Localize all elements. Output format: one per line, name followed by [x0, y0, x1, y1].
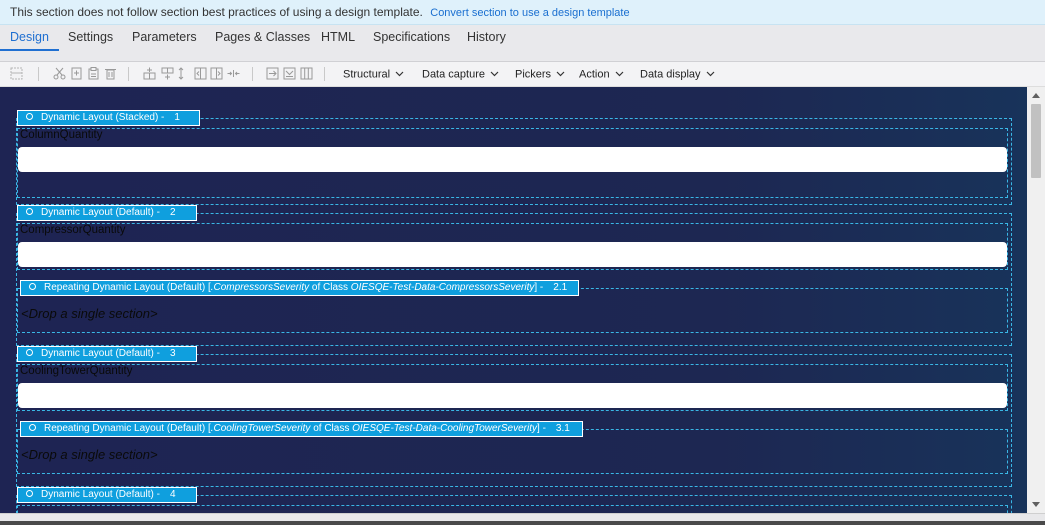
data-capture-menu-label: Data capture	[422, 68, 485, 81]
layout-handle-icon	[26, 348, 33, 356]
vertical-scrollbar[interactable]	[1027, 87, 1045, 513]
columns-icon[interactable]	[300, 67, 313, 80]
layout-handle-icon	[29, 423, 36, 431]
convert-section-link[interactable]: Convert section to use a design template	[430, 7, 629, 19]
layout-handle-icon	[26, 112, 33, 120]
tab-html[interactable]: HTML	[321, 25, 355, 61]
layout-handle-icon	[26, 207, 33, 215]
data-capture-menu[interactable]: Data capture	[422, 62, 499, 87]
move-left-icon[interactable]	[194, 67, 207, 80]
dynamic-layout-3-header[interactable]: Dynamic Layout (Default) - 3	[17, 346, 197, 362]
tab-design[interactable]: Design	[0, 25, 59, 61]
repeating-3-1-class-name: OIESQE-Test-Data-CoolingTowerSeverity	[352, 423, 538, 434]
layout-icon[interactable]	[10, 67, 23, 80]
toolbar-separator	[252, 67, 253, 81]
drop-section-placeholder[interactable]: <Drop a single section>	[21, 306, 158, 321]
tab-history[interactable]: History	[467, 25, 506, 61]
paste-icon[interactable]	[87, 67, 99, 80]
split-icon[interactable]	[227, 67, 240, 80]
layout-handle-icon	[29, 282, 36, 290]
repeating-2-1-class-name: OIESQE-Test-Data-CompressorsSeverity	[350, 282, 535, 293]
wrap-icon[interactable]	[266, 67, 279, 80]
pickers-menu[interactable]: Pickers	[515, 62, 565, 87]
chevron-down-icon	[706, 62, 715, 87]
layout-4-cell[interactable]	[17, 505, 1008, 513]
scroll-up-arrow-icon[interactable]	[1032, 93, 1040, 98]
move-right-icon[interactable]	[210, 67, 223, 80]
layout-4-title: Dynamic Layout (Default) -	[41, 489, 160, 500]
move-icon[interactable]	[177, 67, 185, 80]
column-quantity-input[interactable]	[18, 147, 1007, 172]
bottom-bar	[0, 513, 1045, 525]
layout-2-title: Dynamic Layout (Default) -	[41, 207, 160, 218]
delete-icon[interactable]	[104, 67, 116, 80]
toolbar-separator	[38, 67, 39, 81]
bottom-strip	[0, 521, 1045, 525]
action-menu-label: Action	[579, 68, 610, 81]
scrollbar-thumb[interactable]	[1031, 104, 1041, 178]
toolbar-separator	[324, 67, 325, 81]
cooling-tower-quantity-input[interactable]	[18, 383, 1007, 408]
layout-3-title: Dynamic Layout (Default) -	[41, 348, 160, 359]
copy-icon[interactable]	[70, 67, 82, 80]
tab-parameters[interactable]: Parameters	[132, 25, 197, 61]
repeating-2-1-prefix: Repeating Dynamic Layout (Default) [	[44, 282, 211, 293]
data-display-menu[interactable]: Data display	[640, 62, 715, 87]
dynamic-layout-4-header[interactable]: Dynamic Layout (Default) - 4	[17, 487, 197, 503]
tab-settings[interactable]: Settings	[68, 25, 113, 61]
repeating-3-1-of-class: of Class	[310, 423, 353, 434]
repeating-3-1-number: 3.1	[555, 423, 570, 434]
chevron-down-icon	[490, 62, 499, 87]
layout-4-number: 4	[169, 489, 176, 500]
column-quantity-label: ColumnQuantity	[20, 129, 103, 141]
action-menu[interactable]: Action	[579, 62, 624, 87]
drop-section-placeholder[interactable]: <Drop a single section>	[21, 447, 158, 462]
repeating-layout-2-1-header[interactable]: Repeating Dynamic Layout (Default) [.Com…	[20, 280, 579, 296]
insert-row-icon[interactable]	[143, 67, 156, 80]
insert-column-icon[interactable]	[161, 67, 174, 80]
layout-2-number: 2	[169, 207, 176, 218]
repeating-2-1-source: .CompressorsSeverity	[210, 282, 310, 293]
compressor-quantity-input[interactable]	[18, 242, 1007, 267]
repeating-3-1-prefix: Repeating Dynamic Layout (Default) [	[44, 423, 211, 434]
layout-1-title: Dynamic Layout (Stacked) -	[41, 112, 165, 123]
banner-message: This section does not follow section bes…	[10, 5, 423, 19]
cut-icon[interactable]	[53, 67, 66, 80]
layout-1-number: 1	[174, 112, 180, 123]
chevron-down-icon	[395, 62, 404, 87]
toolbar-separator	[128, 67, 129, 81]
dynamic-layout-1-header[interactable]: Dynamic Layout (Stacked) - 1	[17, 110, 200, 126]
design-canvas: Dynamic Layout (Stacked) - 1 ColumnQuanti…	[0, 87, 1027, 513]
repeating-2-1-of-class: of Class	[309, 282, 351, 293]
repeating-2-1-suffix: ] -	[534, 282, 544, 293]
chevron-down-icon	[556, 62, 565, 87]
scroll-down-arrow-icon[interactable]	[1032, 502, 1040, 507]
unwrap-icon[interactable]	[283, 67, 296, 80]
compressor-quantity-label: CompressorQuantity	[20, 224, 126, 236]
design-toolbar: Structural Data capture Pickers Action D…	[0, 62, 1045, 87]
pickers-menu-label: Pickers	[515, 68, 552, 81]
structural-menu-label: Structural	[343, 68, 391, 81]
repeating-3-1-source: .CoolingTowerSeverity	[210, 423, 311, 434]
tab-specifications[interactable]: Specifications	[373, 25, 450, 61]
repeating-layout-3-1-header[interactable]: Repeating Dynamic Layout (Default) [.Coo…	[20, 421, 583, 437]
tab-pages-classes[interactable]: Pages & Classes	[215, 25, 310, 61]
data-display-menu-label: Data display	[640, 68, 701, 81]
cooling-tower-quantity-label: CoolingTowerQuantity	[20, 365, 133, 377]
chevron-down-icon	[615, 62, 624, 87]
design-template-banner: This section does not follow section bes…	[0, 0, 1045, 25]
layout-handle-icon	[26, 489, 33, 497]
dynamic-layout-2-header[interactable]: Dynamic Layout (Default) - 2	[17, 205, 197, 221]
repeating-2-1-number: 2.1	[553, 282, 568, 293]
layout-3-number: 3	[169, 348, 176, 359]
structural-menu[interactable]: Structural	[343, 62, 404, 87]
repeating-3-1-suffix: ] -	[537, 423, 546, 434]
tab-bar: Design Settings Parameters Pages & Class…	[0, 25, 1045, 62]
